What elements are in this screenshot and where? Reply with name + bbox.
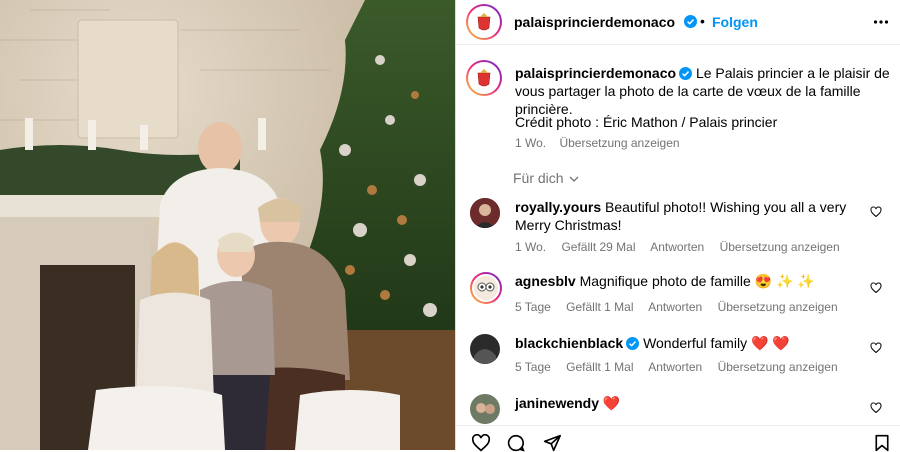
comment-icon[interactable] — [506, 434, 526, 452]
more-icon[interactable] — [873, 14, 889, 30]
author-avatar[interactable] — [466, 4, 502, 40]
author-username[interactable]: palaisprincierdemonaco — [514, 14, 675, 30]
comment-age: 1 Wo. — [515, 240, 547, 254]
caption-avatar[interactable] — [466, 60, 502, 96]
sort-dropdown[interactable]: Für dich — [513, 170, 579, 186]
caption-meta: 1 Wo. Übersetzung anzeigen — [515, 136, 680, 150]
heart-icon[interactable] — [470, 434, 492, 452]
family-portrait-image — [0, 0, 455, 450]
commenter-avatar[interactable] — [470, 334, 500, 364]
comment-username[interactable]: royally.yours — [515, 199, 601, 215]
heart-icon[interactable] — [870, 402, 882, 414]
owl-avatar-image — [474, 276, 498, 300]
monaco-crest-icon — [470, 64, 498, 92]
comment-username[interactable]: janinewendy — [515, 395, 599, 411]
caption-translate-link[interactable]: Übersetzung anzeigen — [559, 136, 679, 150]
comment-likes[interactable]: Gefällt 1 Mal — [566, 360, 633, 374]
caption-username[interactable]: palaisprincierdemonaco — [515, 65, 676, 81]
reply-button[interactable]: Antworten — [648, 360, 702, 374]
heart-icon[interactable] — [870, 206, 882, 218]
caption-block: palaisprincierdemonaco Le Palais princie… — [515, 64, 890, 118]
sort-label: Für dich — [513, 170, 564, 186]
heart-icon[interactable] — [870, 282, 882, 294]
follow-button[interactable]: Folgen — [712, 14, 758, 30]
post-detail-panel: palaisprincierdemonaco • Folgen palaispr… — [455, 0, 900, 452]
avatar-image — [470, 198, 500, 228]
post-action-bar — [456, 425, 900, 452]
comment-item: royally.yours Beautiful photo!! Wishing … — [470, 198, 890, 258]
comment-meta: 5 Tage Gefällt 1 Mal Antworten Übersetzu… — [515, 360, 850, 374]
post-photo[interactable] — [0, 0, 455, 450]
commenter-avatar[interactable] — [470, 198, 500, 228]
translate-link[interactable]: Übersetzung anzeigen — [720, 240, 840, 254]
avatar-image — [470, 394, 500, 424]
comment-meta: 5 Tage Gefällt 1 Mal Antworten Übersetzu… — [515, 300, 850, 314]
comment-likes[interactable]: Gefällt 1 Mal — [566, 300, 633, 314]
verified-icon — [684, 15, 697, 28]
avatar-image — [470, 334, 500, 364]
comment-item: agnesblv Magnifique photo de famille 😍 ✨… — [470, 272, 890, 320]
post-header: palaisprincierdemonaco • Folgen — [456, 0, 900, 45]
verified-icon — [679, 67, 693, 80]
chevron-down-icon — [570, 176, 579, 182]
comment-body: Magnifique photo de famille 😍 ✨ ✨ — [579, 273, 815, 289]
reply-button[interactable]: Antworten — [648, 300, 702, 314]
caption-credit: Crédit photo : Éric Mathon / Palais prin… — [515, 114, 778, 130]
comment-username[interactable]: blackchienblack — [515, 335, 623, 351]
caption-age: 1 Wo. — [515, 136, 547, 150]
comment-text: janinewendy ❤️ — [515, 394, 875, 412]
comment-text: blackchienblack Wonderful family ❤️ ❤️ — [515, 334, 875, 352]
heart-icon[interactable] — [870, 342, 882, 354]
separator-dot: • — [700, 13, 705, 29]
comment-body: Wonderful family ❤️ ❤️ — [643, 335, 790, 351]
translate-link[interactable]: Übersetzung anzeigen — [718, 300, 838, 314]
verified-icon — [626, 337, 640, 350]
comment-age: 5 Tage — [515, 360, 551, 374]
comment-text: royally.yours Beautiful photo!! Wishing … — [515, 198, 875, 234]
translate-link[interactable]: Übersetzung anzeigen — [718, 360, 838, 374]
commenter-avatar[interactable] — [470, 394, 500, 424]
comment-age: 5 Tage — [515, 300, 551, 314]
commenter-avatar[interactable] — [470, 272, 502, 304]
comment-item: janinewendy ❤️ — [470, 394, 890, 424]
comment-text: agnesblv Magnifique photo de famille 😍 ✨… — [515, 272, 875, 290]
reply-button[interactable]: Antworten — [650, 240, 704, 254]
comment-likes[interactable]: Gefällt 29 Mal — [561, 240, 635, 254]
share-icon[interactable] — [542, 434, 562, 452]
comment-meta: 1 Wo. Gefällt 29 Mal Antworten Übersetzu… — [515, 240, 852, 254]
comment-username[interactable]: agnesblv — [515, 273, 576, 289]
monaco-crest-icon — [470, 8, 498, 36]
comment-body: ❤️ — [602, 395, 621, 411]
bookmark-icon[interactable] — [874, 434, 890, 452]
comment-item: blackchienblack Wonderful family ❤️ ❤️ 5… — [470, 334, 890, 382]
